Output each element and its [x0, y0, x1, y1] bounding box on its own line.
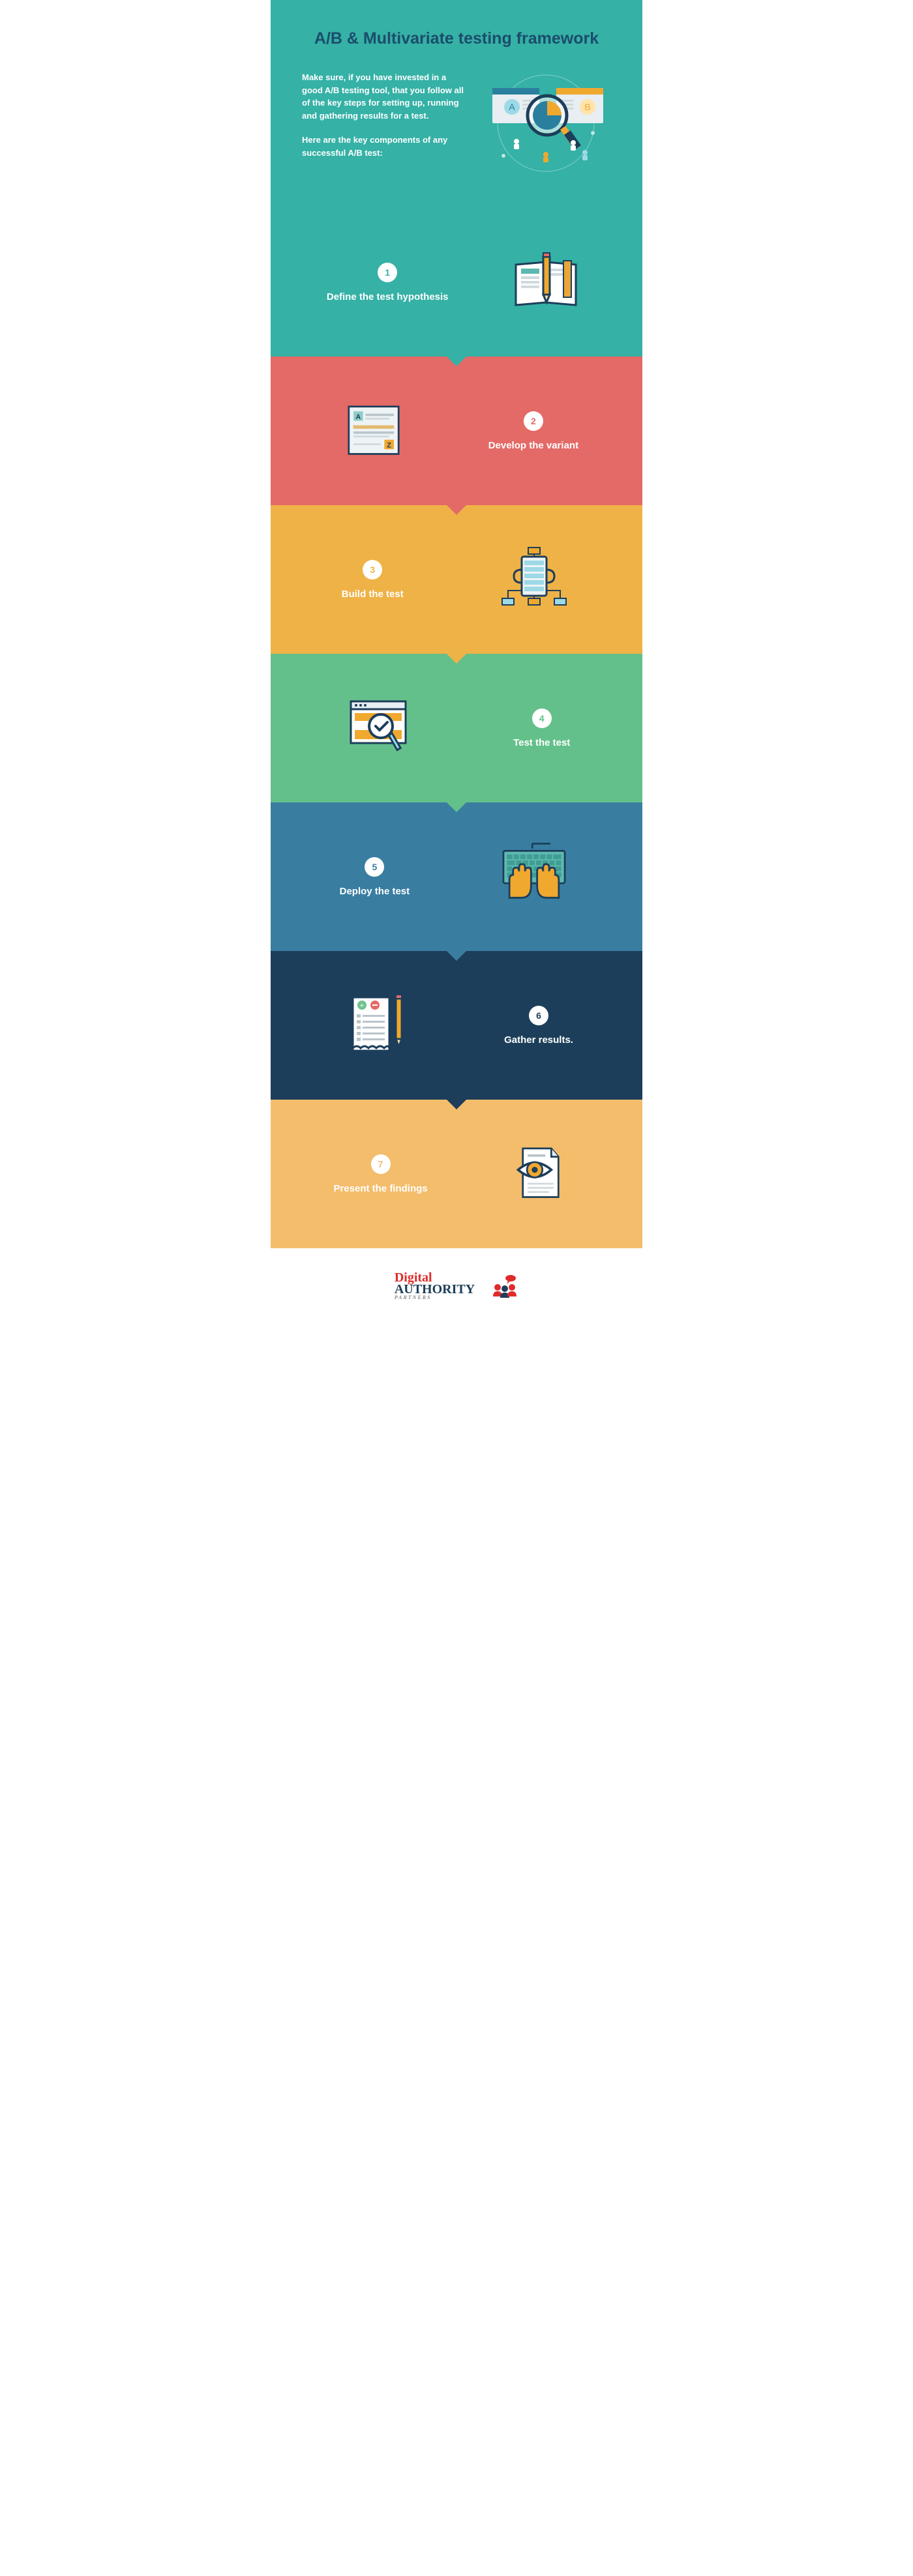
step-1-label: Define the test hypothesis: [327, 291, 449, 302]
step-5-label: Deploy the test: [340, 886, 410, 897]
step-6-section: + 6 Gather results.: [271, 951, 642, 1100]
hero-paragraph-1: Make sure, if you have invested in a goo…: [302, 71, 466, 122]
step-5: 5 Deploy the test: [340, 857, 410, 897]
infographic: A/B & Multivariate testing framework Mak…: [271, 0, 642, 1323]
step-3-number: 3: [363, 560, 382, 579]
hero-title: A/B & Multivariate testing framework: [302, 29, 611, 48]
step-3-label: Build the test: [342, 589, 404, 600]
people-icon: [491, 1274, 518, 1298]
hero-section: A/B & Multivariate testing framework Mak…: [271, 0, 642, 208]
step-5-number: 5: [365, 857, 384, 877]
step-1-section: 1 Define the test hypothesis: [271, 208, 642, 357]
step-7: 7 Present the findings: [333, 1154, 427, 1194]
step-4-section: 4 Test the test: [271, 654, 642, 802]
step-5-section: 5 Deploy the test: [271, 802, 642, 951]
step-6-label: Gather results.: [504, 1034, 573, 1046]
step-7-section: 7 Present the findings: [271, 1100, 642, 1248]
svg-text:B: B: [584, 102, 590, 112]
az-document-icon: A Z: [335, 395, 413, 467]
hero-paragraph-2: Here are the key components of any succe…: [302, 134, 466, 159]
step-1: 1 Define the test hypothesis: [327, 263, 449, 302]
footer: Digital AUTHORITY PARTNERS: [271, 1248, 642, 1323]
keyboard-hands-icon: [495, 841, 573, 913]
server-hub-icon: [493, 544, 571, 615]
svg-text:A: A: [355, 413, 361, 421]
step-2: 2 Develop the variant: [488, 411, 578, 451]
step-6: 6 Gather results.: [504, 1006, 573, 1046]
eye-document-icon: [501, 1138, 580, 1210]
hero-copy: Make sure, if you have invested in a goo…: [302, 71, 466, 171]
browser-check-icon: [343, 692, 421, 764]
step-1-number: 1: [378, 263, 397, 282]
step-2-section: A Z 2 Develop the variant: [271, 357, 642, 505]
results-checklist-icon: +: [340, 989, 418, 1061]
step-7-number: 7: [371, 1154, 391, 1174]
step-3-section: 3 Build the test: [271, 505, 642, 654]
step-4: 4 Test the test: [513, 709, 570, 748]
open-book-pencil-icon: [508, 246, 586, 318]
step-6-number: 6: [529, 1006, 548, 1025]
svg-text:A: A: [509, 102, 515, 112]
step-2-number: 2: [524, 411, 543, 431]
step-2-label: Develop the variant: [488, 440, 578, 451]
step-4-number: 4: [532, 709, 552, 728]
svg-text:Z: Z: [387, 441, 391, 449]
step-3: 3 Build the test: [342, 560, 404, 600]
step-4-label: Test the test: [513, 737, 570, 748]
svg-text:+: +: [360, 1002, 364, 1010]
hero-illustration: A B: [481, 71, 611, 175]
step-7-label: Present the findings: [333, 1183, 427, 1194]
brand-logo: Digital AUTHORITY PARTNERS: [395, 1272, 475, 1300]
